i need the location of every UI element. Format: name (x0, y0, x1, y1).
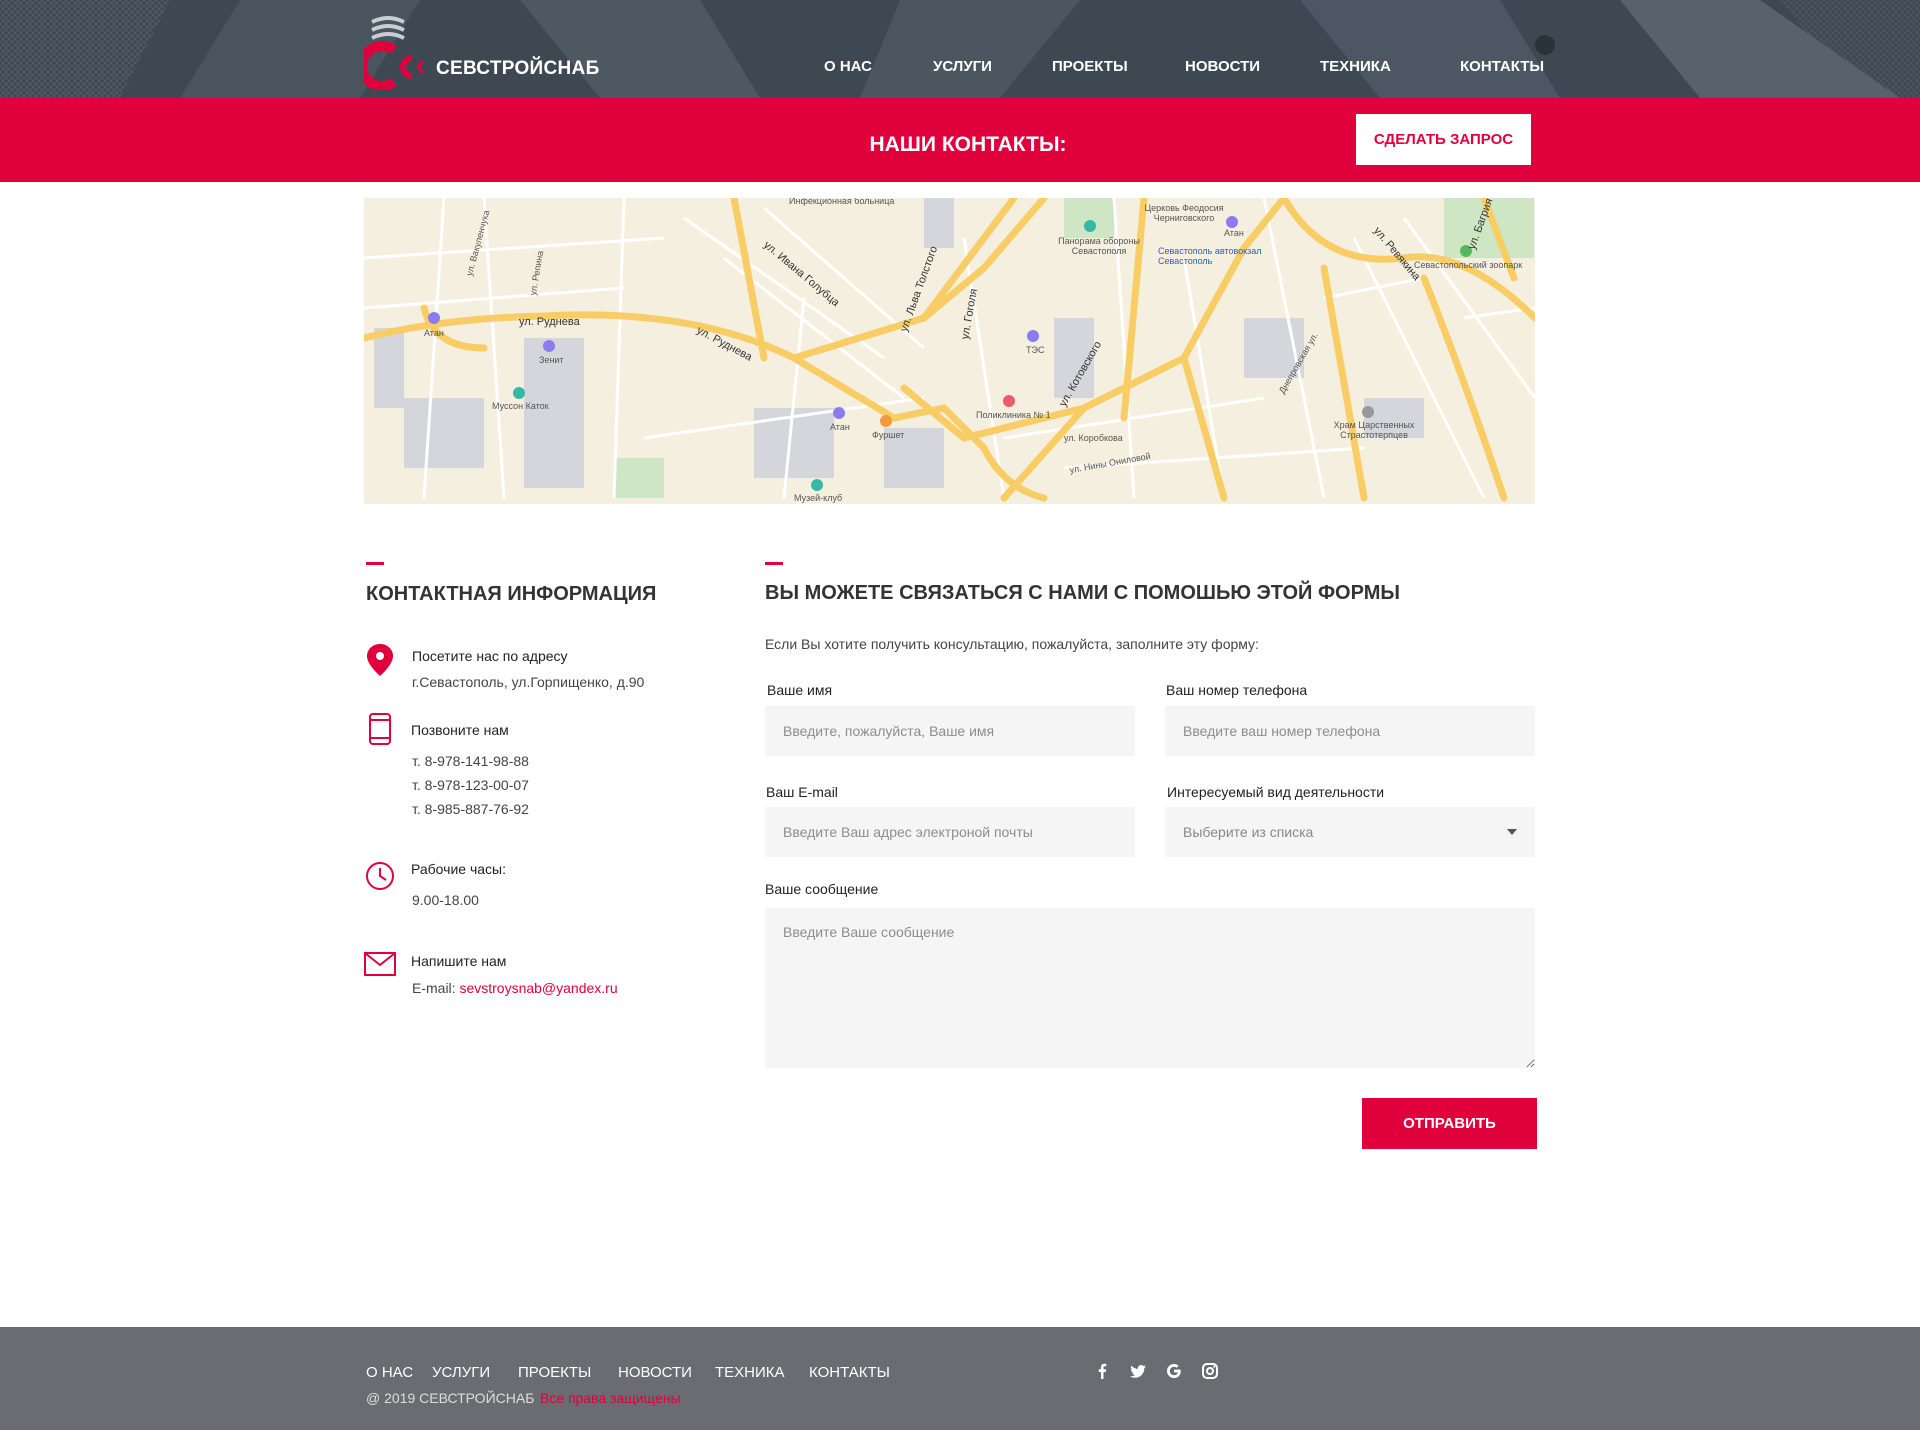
map-label: Поликлиника № 1 (976, 410, 1051, 420)
logo-icon (364, 16, 425, 90)
footer-nav-about[interactable]: О НАС (366, 1364, 413, 1381)
map-label: Зенит (539, 355, 564, 365)
map-streets (364, 198, 1535, 504)
map-label: Атан (1224, 228, 1244, 238)
footer-nav-equipment[interactable]: ТЕХНИКА (715, 1364, 785, 1381)
activity-select-value: Выберите из списка (1183, 824, 1314, 840)
phone-title: Позвоните нам (411, 722, 509, 738)
make-request-button[interactable]: СДЕЛАТЬ ЗАПРОС (1356, 114, 1531, 165)
message-textarea[interactable] (765, 908, 1535, 1068)
footer-nav-projects[interactable]: ПРОЕКТЫ (518, 1364, 591, 1381)
map-label: Панорама обороны Севастополя (1058, 236, 1140, 256)
contact-info-heading: КОНТАКТНАЯ ИНФОРМАЦИЯ (366, 583, 657, 605)
map-label: Инфекционная больница (789, 198, 895, 206)
map-label: ул. Коробкова (1064, 433, 1123, 443)
phone-number[interactable]: т. 8-985-887-76-92 (412, 801, 529, 817)
section-accent (765, 562, 783, 565)
message-label: Ваше сообщение (765, 881, 879, 897)
submit-button[interactable]: ОТПРАВИТЬ (1362, 1098, 1537, 1149)
nav-item-projects[interactable]: ПРОЕКТЫ (1052, 58, 1128, 75)
map-label: Фуршет (872, 430, 905, 440)
map-label: Севастопольский зоопарк (1414, 260, 1523, 270)
map-label: Церковь Феодосия Черниговского (1144, 203, 1224, 223)
facebook-icon[interactable] (1092, 1361, 1112, 1381)
phone-input[interactable] (1165, 706, 1535, 756)
nav-item-contacts[interactable]: КОНТАКТЫ (1460, 58, 1544, 75)
form-intro: Если Вы хотите получить консультацию, по… (765, 636, 1259, 652)
copyright-text: @ 2019 СЕВСТРОЙСНАБ (366, 1390, 535, 1406)
map-label: Музей-клуб (794, 493, 843, 503)
hours-text: 9.00-18.00 (412, 892, 479, 908)
header-background (0, 0, 1920, 98)
map-label: Севастополь автовокзал Севастополь (1158, 246, 1262, 266)
nav-item-services[interactable]: УСЛУГИ (933, 58, 992, 75)
footer-nav-news[interactable]: НОВОСТИ (618, 1364, 692, 1381)
rights-text: Все права защищены (540, 1390, 681, 1406)
brand-name: СЕВСТРОЙСНАБ (436, 58, 600, 79)
hours-title: Рабочие часы: (411, 861, 506, 877)
clock-icon (366, 862, 394, 890)
address-text: г.Севастополь, ул.Горпищенко, д.90 (412, 674, 645, 690)
activity-label: Интересуемый вид деятельности (1167, 784, 1385, 800)
map-label: Храм Царственных Страстотерпцев (1333, 420, 1415, 440)
nav-item-news[interactable]: НОВОСТИ (1185, 58, 1260, 75)
site-header: СЕВСТРОЙСНАБ О НАС УСЛУГИ ПРОЕКТЫ НОВОСТ… (0, 0, 1920, 98)
form-heading: ВЫ МОЖЕТЕ СВЯЗАТЬСЯ С НАМИ С ПОМОШЬЮ ЭТО… (765, 582, 1400, 604)
map-label: Атан (830, 422, 850, 432)
nav-item-about[interactable]: О НАС (824, 58, 872, 75)
site-footer (0, 1327, 1920, 1430)
phone-icon (369, 713, 391, 745)
instagram-icon[interactable] (1200, 1361, 1220, 1381)
address-title: Посетите нас по адресу (412, 648, 568, 664)
mail-icon (364, 952, 396, 976)
location-map[interactable]: ул. Руднева ул. Руднева ул. Ивана Голубц… (364, 198, 1535, 504)
section-accent (366, 562, 384, 565)
nav-item-equipment[interactable]: ТЕХНИКА (1320, 58, 1391, 75)
activity-select[interactable]: Выберите из списка (1165, 807, 1535, 857)
email-prefix: E-mail: (412, 980, 460, 996)
footer-nav-contacts[interactable]: КОНТАКТЫ (809, 1364, 890, 1381)
twitter-icon[interactable] (1128, 1361, 1148, 1381)
map-label: Муссон Каток (492, 401, 549, 411)
map-label: Атан (424, 328, 444, 338)
chevron-down-icon (1507, 829, 1517, 835)
email-link[interactable]: sevstroysnab@yandex.ru (459, 980, 617, 996)
google-icon[interactable] (1164, 1361, 1184, 1381)
name-input[interactable] (765, 706, 1135, 756)
footer-nav-services[interactable]: УСЛУГИ (432, 1364, 490, 1381)
location-pin-icon (367, 644, 393, 676)
phone-number[interactable]: т. 8-978-123-00-07 (412, 777, 529, 793)
email-label: Ваш E-mail (766, 784, 838, 800)
logo[interactable]: СЕВСТРОЙСНАБ (364, 14, 600, 90)
phone-label: Ваш номер телефона (1166, 682, 1308, 698)
name-label: Ваше имя (767, 682, 833, 698)
mail-title: Напишите нам (411, 953, 507, 969)
banner-title: НАШИ КОНТАКТЫ: (869, 133, 1067, 156)
phone-number[interactable]: т. 8-978-141-98-88 (412, 753, 529, 769)
email-line: E-mail: sevstroysnab@yandex.ru (412, 980, 618, 996)
map-label: ТЭС (1026, 345, 1045, 355)
map-label: ул. Руднева (519, 316, 580, 328)
email-input[interactable] (765, 807, 1135, 857)
